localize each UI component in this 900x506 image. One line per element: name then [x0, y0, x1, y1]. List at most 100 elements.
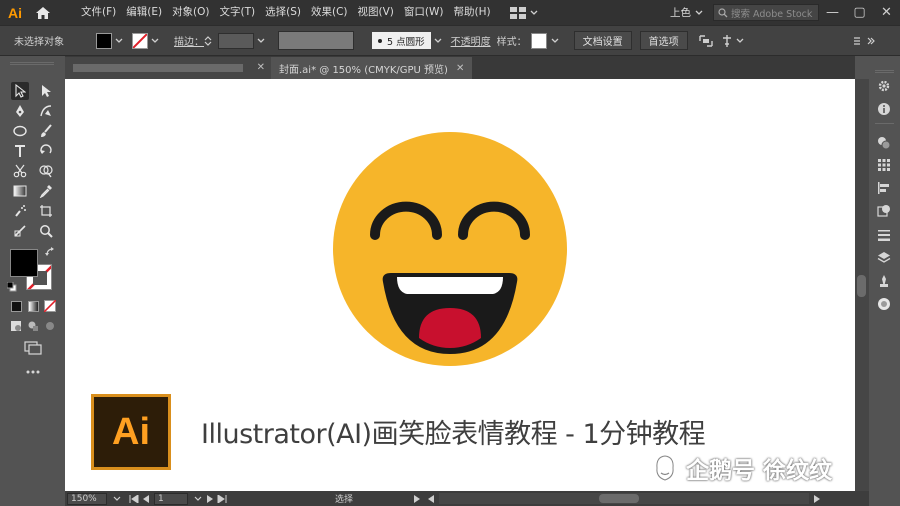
align-panel-icon[interactable] [875, 180, 893, 196]
tab-close-icon[interactable]: ✕ [456, 63, 464, 74]
pen-tool-icon[interactable] [11, 102, 29, 120]
artboard-tool-icon[interactable] [37, 202, 55, 220]
zoom-level-field[interactable]: 150% [67, 492, 107, 505]
scroll-right-icon[interactable] [813, 494, 821, 503]
transform-icon[interactable] [698, 34, 714, 48]
panel-grip[interactable] [875, 70, 894, 73]
selection-tool-icon[interactable] [11, 82, 29, 100]
graphic-style-swatch[interactable] [530, 32, 547, 49]
stepper-icon[interactable] [204, 35, 212, 47]
draw-behind-icon[interactable] [26, 319, 40, 333]
document-setup-button[interactable]: 文档设置 [573, 31, 632, 50]
menu-type[interactable]: 文字(T) [215, 0, 261, 25]
panel-menu-icon[interactable] [852, 35, 862, 47]
gradient-mode-icon[interactable] [26, 299, 40, 313]
menu-help[interactable]: 帮助(H) [449, 0, 496, 25]
scissors-tool-icon[interactable] [11, 162, 29, 180]
menu-edit[interactable]: 编辑(E) [121, 0, 167, 25]
more-tools-icon[interactable] [23, 366, 43, 378]
chevron-down-icon [530, 10, 538, 15]
screen-mode-icon[interactable] [23, 340, 43, 356]
brush-definition-dropdown[interactable]: 5 点圆形 [372, 32, 431, 49]
symbol-sprayer-tool-icon[interactable] [11, 202, 29, 220]
first-artboard-icon[interactable] [129, 494, 139, 503]
opacity-label[interactable]: 不透明度 [451, 33, 491, 48]
appearance-icon[interactable] [875, 296, 893, 312]
rotate-tool-icon[interactable] [37, 142, 55, 160]
chevron-down-icon[interactable] [114, 36, 124, 46]
close-button[interactable]: ✕ [873, 0, 900, 25]
slice-tool-icon[interactable] [11, 222, 29, 240]
swatches-icon[interactable] [875, 157, 893, 173]
stroke-weight-input[interactable] [218, 32, 254, 49]
maximize-button[interactable]: ▢ [846, 0, 873, 25]
artboard-canvas[interactable]: Ai Illustrator(AI)画笑脸表情教程 - 1分钟教程 企鹅号 徐纹… [65, 79, 855, 491]
tab-cover-document[interactable]: 封面.ai* @ 150% (CMYK/GPU 预览) ✕ [271, 57, 473, 79]
color-panel-icon[interactable] [875, 135, 893, 151]
chevron-down-icon[interactable] [194, 496, 202, 502]
tab-document-1[interactable]: ✕ [65, 57, 271, 79]
menu-view[interactable]: 视图(V) [353, 0, 399, 25]
home-icon[interactable] [30, 0, 56, 25]
vertical-scrollbar[interactable] [855, 79, 869, 491]
transparency-icon[interactable] [875, 203, 893, 219]
stroke-swatch[interactable] [132, 32, 148, 49]
none-mode-icon[interactable] [43, 299, 57, 313]
paintbrush-tool-icon[interactable] [37, 122, 55, 140]
align-icon[interactable] [720, 34, 734, 48]
eyedropper-tool-icon[interactable] [37, 182, 55, 200]
scroll-left-icon[interactable] [427, 494, 435, 503]
direct-selection-tool-icon[interactable] [37, 82, 55, 100]
no-stroke-icon [133, 33, 147, 48]
chevron-down-icon[interactable] [736, 38, 744, 44]
zoom-tool-icon[interactable] [37, 222, 55, 240]
smiley-emoji-artwork[interactable] [333, 132, 567, 366]
double-chevron-icon[interactable] [866, 36, 876, 46]
minimize-button[interactable]: — [819, 0, 846, 25]
fill-swatch[interactable] [96, 32, 112, 49]
chevron-down-icon[interactable] [433, 36, 443, 46]
properties-gear-icon[interactable] [875, 78, 893, 94]
last-artboard-icon[interactable] [217, 494, 227, 503]
gradient-tool-icon[interactable] [11, 182, 29, 200]
curvature-tool-icon[interactable] [37, 102, 55, 120]
artboard-number-field[interactable]: 1 [154, 492, 188, 505]
next-artboard-icon[interactable] [206, 494, 214, 503]
chevron-down-icon[interactable] [113, 496, 121, 502]
color-mode-icon[interactable] [9, 299, 23, 313]
ellipse-tool-icon[interactable] [11, 122, 29, 140]
swap-colors-icon[interactable] [44, 246, 56, 258]
preferences-button[interactable]: 首选项 [639, 31, 688, 50]
layers-icon[interactable] [875, 250, 893, 266]
chevron-down-icon[interactable] [695, 10, 703, 16]
menu-window[interactable]: 窗口(W) [399, 0, 449, 25]
stroke-panel-icon[interactable] [875, 227, 893, 243]
variable-width-profile[interactable] [278, 31, 354, 50]
shape-builder-tool-icon[interactable] [37, 162, 55, 180]
menu-effect[interactable]: 效果(C) [306, 0, 353, 25]
arrange-documents-button[interactable] [509, 4, 542, 22]
menu-select[interactable]: 选择(S) [260, 0, 306, 25]
default-colors-icon[interactable] [6, 281, 18, 293]
type-tool-icon[interactable] [11, 142, 29, 160]
draw-normal-icon[interactable] [9, 319, 23, 333]
info-icon[interactable] [875, 101, 893, 117]
stroke-label[interactable]: 描边： [174, 33, 204, 48]
previous-artboard-icon[interactable] [142, 494, 150, 503]
horizontal-scroll-thumb[interactable] [599, 494, 640, 503]
libraries-icon[interactable] [875, 273, 893, 289]
tab-close-icon[interactable]: ✕ [257, 62, 265, 73]
chevron-down-icon[interactable] [256, 36, 266, 46]
menu-object[interactable]: 对象(O) [167, 0, 214, 25]
draw-inside-icon[interactable] [43, 319, 57, 333]
chevron-down-icon[interactable] [550, 36, 560, 46]
menu-file[interactable]: 文件(F) [76, 0, 121, 25]
fill-color-box-front[interactable] [10, 249, 38, 277]
vertical-scroll-thumb[interactable] [857, 275, 866, 297]
chevron-down-icon[interactable] [150, 36, 160, 46]
panel-grip[interactable] [10, 62, 54, 65]
status-menu-arrow-icon[interactable] [413, 494, 421, 503]
stock-search-input[interactable]: 搜索 Adobe Stock [713, 4, 819, 21]
workspace-switcher[interactable]: 上色 [670, 5, 691, 20]
horizontal-scrollbar[interactable] [439, 493, 810, 504]
